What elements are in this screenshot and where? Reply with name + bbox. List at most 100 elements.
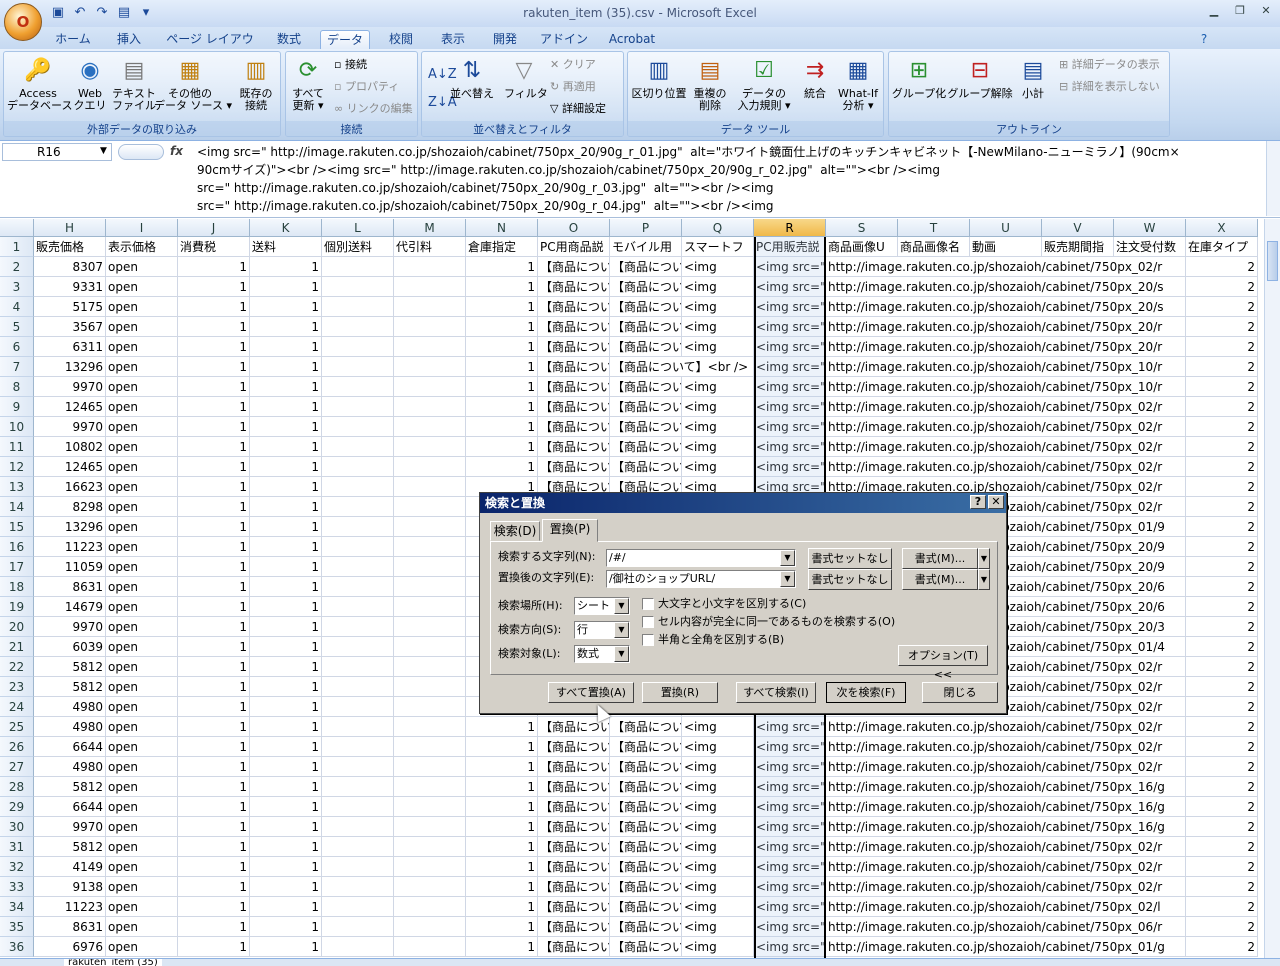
image-url-cell[interactable]: http://image.rakuten.co.jp/shozaioh/cabi… (826, 357, 1186, 377)
cell[interactable] (322, 637, 394, 657)
existing-connections-button[interactable]: ▥ 既存の 接続 (234, 56, 278, 112)
mobile-desc-cell[interactable]: 【商品につい (610, 297, 682, 317)
undo-icon[interactable]: ↶ (72, 5, 88, 21)
price-cell[interactable]: 5812 (34, 677, 106, 697)
cell[interactable] (394, 917, 466, 937)
price-cell[interactable]: 4980 (34, 697, 106, 717)
row-header[interactable]: 3 (0, 277, 34, 297)
column-header-i[interactable]: I (106, 219, 178, 237)
text-to-columns-button[interactable]: ▥ 区切り位置 (630, 56, 688, 100)
smartphone-desc-cell[interactable]: <img (682, 337, 754, 357)
row-header[interactable]: 2 (0, 257, 34, 277)
cell[interactable] (394, 717, 466, 737)
replace-button[interactable]: 置換(R) (642, 682, 718, 703)
column-header-m[interactable]: M (394, 219, 466, 237)
price-cell[interactable]: 14679 (34, 597, 106, 617)
column-header-o[interactable]: O (538, 219, 610, 237)
smartphone-desc-cell[interactable]: <img (682, 897, 754, 917)
tax-cell[interactable]: 1 (178, 757, 250, 777)
shipping-cell[interactable]: 1 (250, 377, 322, 397)
display-price-cell[interactable]: open (106, 557, 178, 577)
stock-type-cell[interactable]: 2 (1186, 857, 1258, 877)
price-cell[interactable]: 8298 (34, 497, 106, 517)
tax-cell[interactable]: 1 (178, 317, 250, 337)
tab-formulas[interactable]: 数式 (268, 30, 310, 49)
stock-type-cell[interactable]: 2 (1186, 517, 1258, 537)
price-cell[interactable]: 4980 (34, 717, 106, 737)
cell[interactable] (322, 297, 394, 317)
shipping-cell[interactable]: 1 (250, 397, 322, 417)
row-header[interactable]: 17 (0, 557, 34, 577)
row-header[interactable]: 4 (0, 297, 34, 317)
smartphone-desc-cell[interactable]: <img (682, 757, 754, 777)
row-header[interactable]: 20 (0, 617, 34, 637)
sheet-tab[interactable]: rakuten_item (35) (64, 959, 162, 966)
cell[interactable] (322, 317, 394, 337)
smartphone-desc-cell[interactable]: <img (682, 777, 754, 797)
mobile-desc-cell[interactable]: 【商品につい (610, 337, 682, 357)
shipping-cell[interactable]: 1 (250, 917, 322, 937)
restore-icon[interactable]: ❐ (1228, 2, 1252, 20)
tax-cell[interactable]: 1 (178, 737, 250, 757)
stock-type-cell[interactable]: 2 (1186, 337, 1258, 357)
stock-type-cell[interactable]: 2 (1186, 497, 1258, 517)
redo-icon[interactable]: ↷ (94, 5, 110, 21)
column-header-s[interactable]: S (826, 219, 898, 237)
column-header-t[interactable]: T (898, 219, 970, 237)
warehouse-cell[interactable]: 1 (466, 717, 538, 737)
cell[interactable] (394, 937, 466, 957)
access-button[interactable]: 🔑 Access データベース (7, 56, 72, 112)
stock-type-cell[interactable]: 2 (1186, 797, 1258, 817)
smartphone-desc-cell[interactable]: <img (682, 257, 754, 277)
find-dropdown-icon[interactable]: ▼ (780, 550, 795, 566)
row-header[interactable]: 34 (0, 897, 34, 917)
column-header-u[interactable]: U (970, 219, 1042, 237)
price-cell[interactable]: 8307 (34, 257, 106, 277)
display-price-cell[interactable]: open (106, 797, 178, 817)
find-format-dropdown-icon[interactable]: ▼ (978, 548, 990, 569)
row-header[interactable]: 9 (0, 397, 34, 417)
row-header[interactable]: 7 (0, 357, 34, 377)
image-url-cell[interactable]: http://image.rakuten.co.jp/shozaioh/cabi… (826, 417, 1186, 437)
display-price-cell[interactable]: open (106, 677, 178, 697)
pc-sales-desc-cell[interactable]: <img src=" (754, 797, 826, 817)
pc-sales-desc-cell[interactable]: <img src=" (754, 317, 826, 337)
data-validation-button[interactable]: ☑ データの 入力規則 ▾ (732, 56, 796, 112)
cell[interactable] (394, 877, 466, 897)
save-icon[interactable]: ▣ (50, 5, 66, 21)
cell[interactable] (322, 337, 394, 357)
header-cell[interactable]: 送料 (250, 237, 322, 257)
cell[interactable] (394, 397, 466, 417)
warehouse-cell[interactable]: 1 (466, 877, 538, 897)
shipping-cell[interactable]: 1 (250, 777, 322, 797)
pc-sales-desc-cell[interactable]: <img src=" (754, 857, 826, 877)
shipping-cell[interactable]: 1 (250, 257, 322, 277)
pc-sales-desc-cell[interactable]: <img src=" (754, 377, 826, 397)
stock-type-cell[interactable]: 2 (1186, 917, 1258, 937)
display-price-cell[interactable]: open (106, 757, 178, 777)
mobile-desc-cell[interactable]: 【商品につい (610, 437, 682, 457)
tab-find[interactable]: 検索(D) (490, 521, 540, 541)
tab-addins[interactable]: アドイン (536, 30, 592, 49)
tab-data[interactable]: データ (320, 30, 370, 49)
price-cell[interactable]: 6311 (34, 337, 106, 357)
within-dropdown-icon[interactable]: ▼ (614, 598, 629, 614)
cell[interactable] (322, 377, 394, 397)
stock-type-cell[interactable]: 2 (1186, 377, 1258, 397)
price-cell[interactable]: 11223 (34, 537, 106, 557)
stock-type-cell[interactable]: 2 (1186, 937, 1258, 957)
shipping-cell[interactable]: 1 (250, 477, 322, 497)
price-cell[interactable]: 8631 (34, 917, 106, 937)
header-cell[interactable]: PC用商品説 (538, 237, 610, 257)
remove-duplicates-button[interactable]: ▤ 重複の 削除 (690, 56, 730, 112)
price-cell[interactable]: 6039 (34, 637, 106, 657)
cell[interactable] (322, 557, 394, 577)
header-cell[interactable]: 消費税 (178, 237, 250, 257)
image-url-cell[interactable]: http://image.rakuten.co.jp/shozaioh/cabi… (826, 897, 1186, 917)
stock-type-cell[interactable]: 2 (1186, 837, 1258, 857)
row-header[interactable]: 16 (0, 537, 34, 557)
row-header[interactable]: 1 (0, 237, 34, 257)
help-icon[interactable]: ? (1196, 30, 1212, 49)
smartphone-desc-cell[interactable]: <img (682, 717, 754, 737)
header-cell[interactable]: 販売価格 (34, 237, 106, 257)
